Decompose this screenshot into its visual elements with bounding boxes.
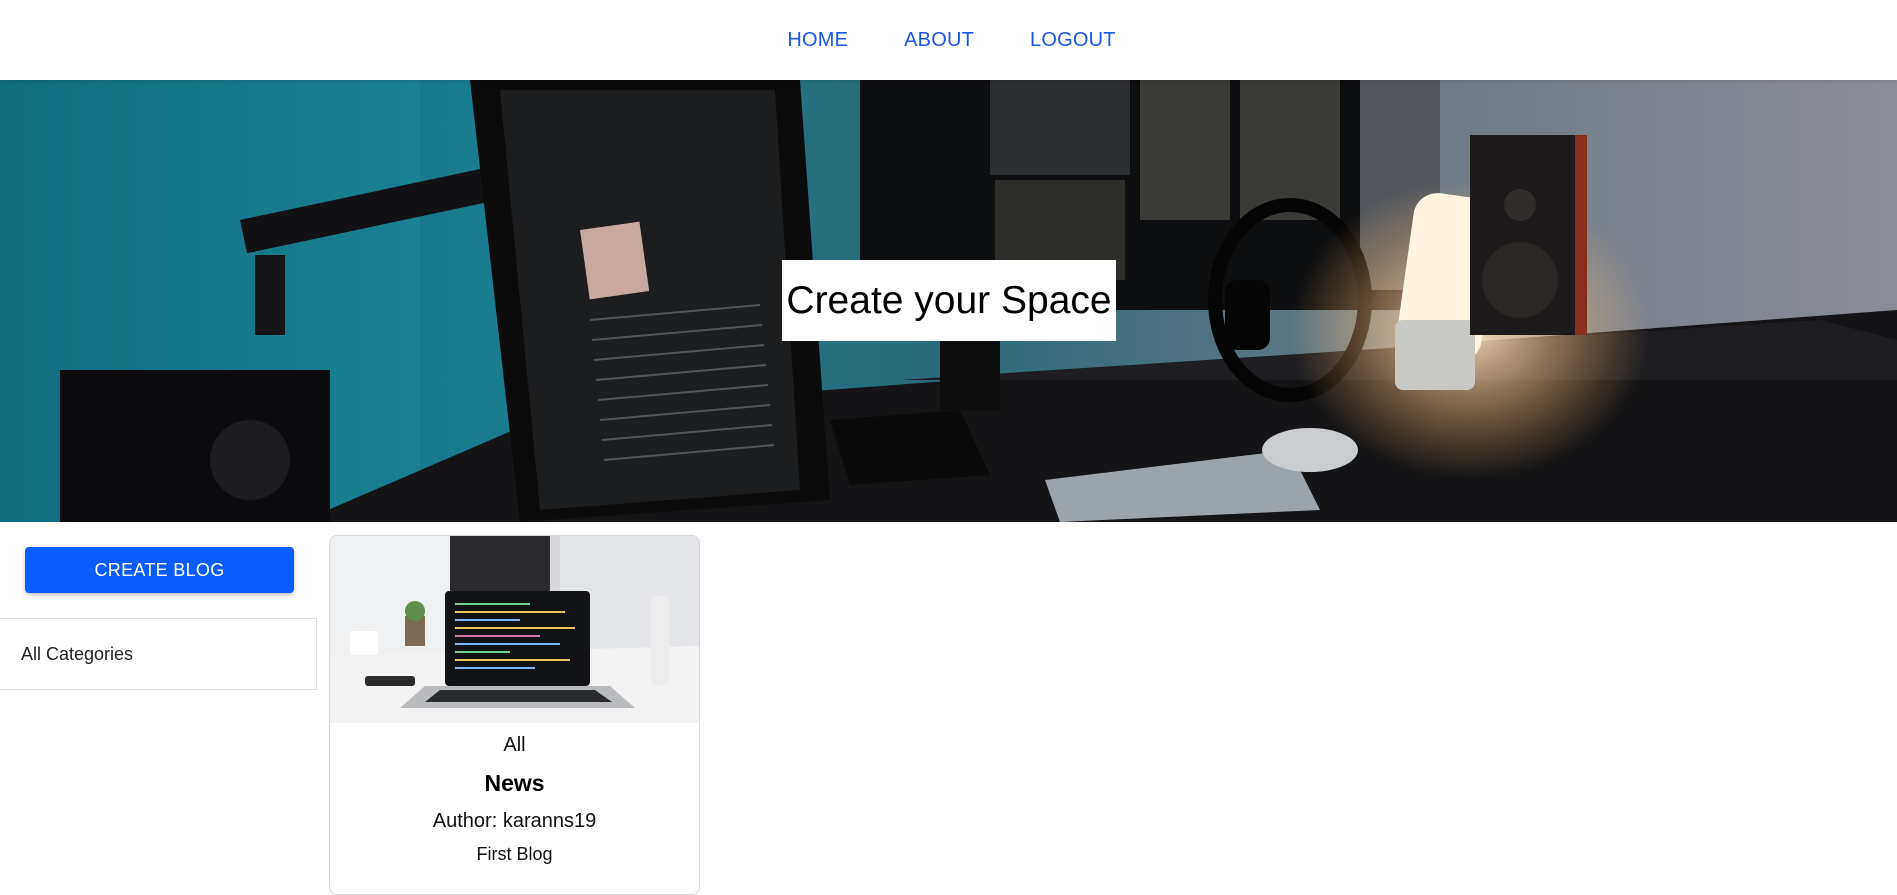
blog-post-card[interactable]: All News Author: karanns19 First Blog [329,535,700,895]
top-navigation: HOME ABOUT LOGOUT [0,0,1897,80]
post-image [330,536,699,723]
hero-title: Create your Space [782,260,1116,341]
all-categories-label: All Categories [21,643,134,664]
post-category: All [503,734,526,756]
all-categories-item[interactable]: All Categories [0,618,317,690]
hero-banner: Create your Space [0,80,1897,522]
post-author: Author: karanns19 [432,810,597,832]
post-description: First Blog [476,844,553,864]
nav-about-link[interactable]: ABOUT [898,29,974,52]
nav-home-link[interactable]: HOME [781,29,848,52]
nav-logout-link[interactable]: LOGOUT [1024,29,1116,52]
create-blog-button[interactable]: CREATE BLOG [25,547,294,593]
post-title: News [484,770,545,796]
